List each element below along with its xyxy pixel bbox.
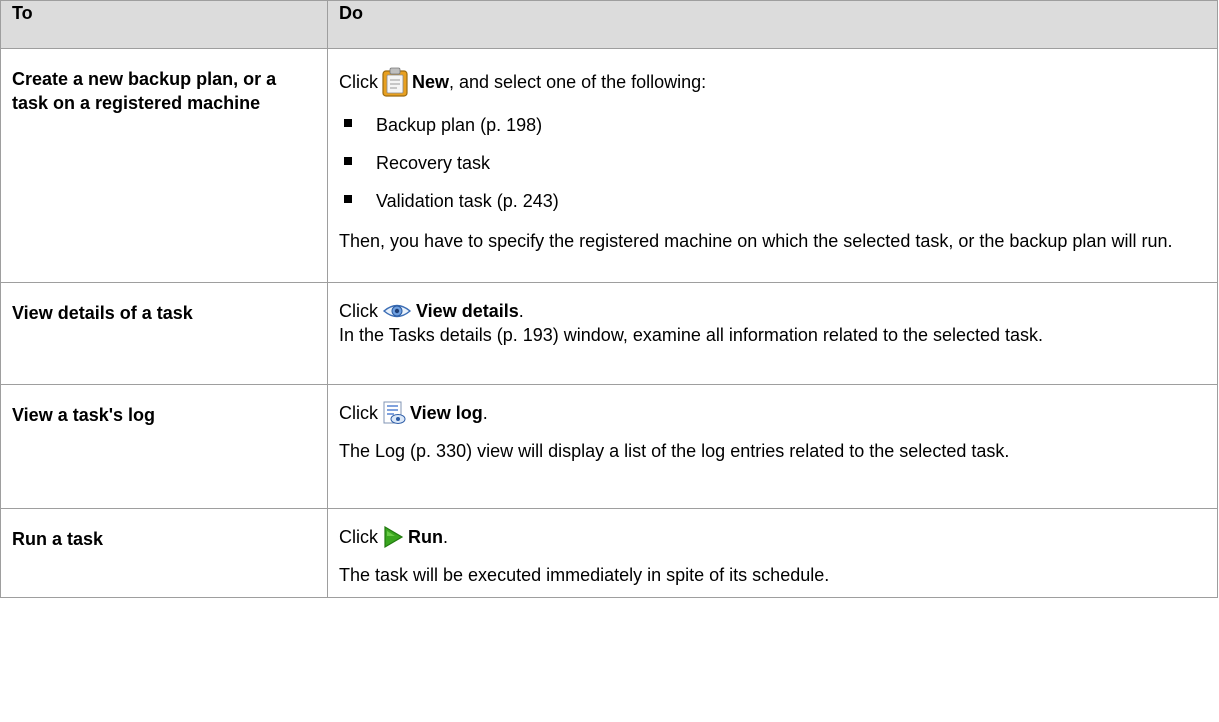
action-suffix: . <box>482 403 488 423</box>
task-cell: View a task's log <box>0 384 328 509</box>
action-view-details: View details <box>416 301 519 321</box>
description-cell: Click New, and select one of the followi… <box>327 48 1218 283</box>
description-cell: Click View details. In the Tasks details… <box>327 282 1218 385</box>
option-text: Validation task (p. 243) <box>376 191 559 211</box>
action-line: Click View log. <box>339 401 1203 425</box>
action-suffix: , and select one of the following: <box>449 72 707 92</box>
note-text: In the Tasks details (p. 193) window, ex… <box>339 325 1044 345</box>
bullet-icon <box>344 157 352 165</box>
note-text: Then, you have to specify the registered… <box>339 231 1173 251</box>
note-text: The task will be executed immediately in… <box>339 565 830 585</box>
click-text: Click <box>339 72 378 92</box>
header-to: To <box>0 0 328 49</box>
new-clipboard-icon[interactable] <box>382 67 408 97</box>
bullet-icon <box>344 195 352 203</box>
click-text: Click <box>339 527 378 547</box>
click-text: Click <box>339 301 378 321</box>
action-view-log: View log <box>410 403 483 423</box>
task-cell: View details of a task <box>0 282 328 385</box>
list-item: Validation task (p. 243) <box>339 189 1203 213</box>
option-text: Backup plan (p. 198) <box>376 115 543 135</box>
option-list: Backup plan (p. 198) Recovery task Valid… <box>339 113 1203 213</box>
action-line: Click New, and select one of the followi… <box>339 67 1203 97</box>
table-row: Create a new backup plan, or a task on a… <box>0 48 1218 283</box>
task-cell: Create a new backup plan, or a task on a… <box>0 48 328 283</box>
list-item: Recovery task <box>339 151 1203 175</box>
task-cell: Run a task <box>0 508 328 598</box>
description-cell: Click View log. The Log (p. 330) view wi… <box>327 384 1218 509</box>
table-row: View a task's log Click View log . The L… <box>0 384 1218 509</box>
click-text: Click <box>339 403 378 423</box>
action-run: Run <box>408 527 443 547</box>
option-text: Recovery task <box>376 153 491 173</box>
action-line: Click Run. <box>339 525 1203 549</box>
eye-icon[interactable] <box>382 301 412 321</box>
note-text: The Log (p. 330) view will display a lis… <box>339 441 1010 461</box>
action-line: Click View details. <box>339 299 1203 323</box>
table-row: Run a task Click Run. The task will be e… <box>0 508 1218 598</box>
actions-table: To Do Create a new backup plan, or a tas… <box>0 0 1218 598</box>
action-suffix: . <box>443 527 449 547</box>
run-arrow-icon[interactable] <box>382 525 404 549</box>
bullet-icon <box>344 119 352 127</box>
action-suffix: . <box>518 301 524 321</box>
table-row: View details of a task Click View detail… <box>0 282 1218 385</box>
header-do: Do <box>327 0 1218 49</box>
view-log-icon[interactable] <box>382 401 406 425</box>
list-item: Backup plan (p. 198) <box>339 113 1203 137</box>
action-new: New <box>412 72 450 92</box>
description-cell: Click Run. The task will be executed imm… <box>327 508 1218 598</box>
table-header-row: To Do <box>0 0 1218 49</box>
